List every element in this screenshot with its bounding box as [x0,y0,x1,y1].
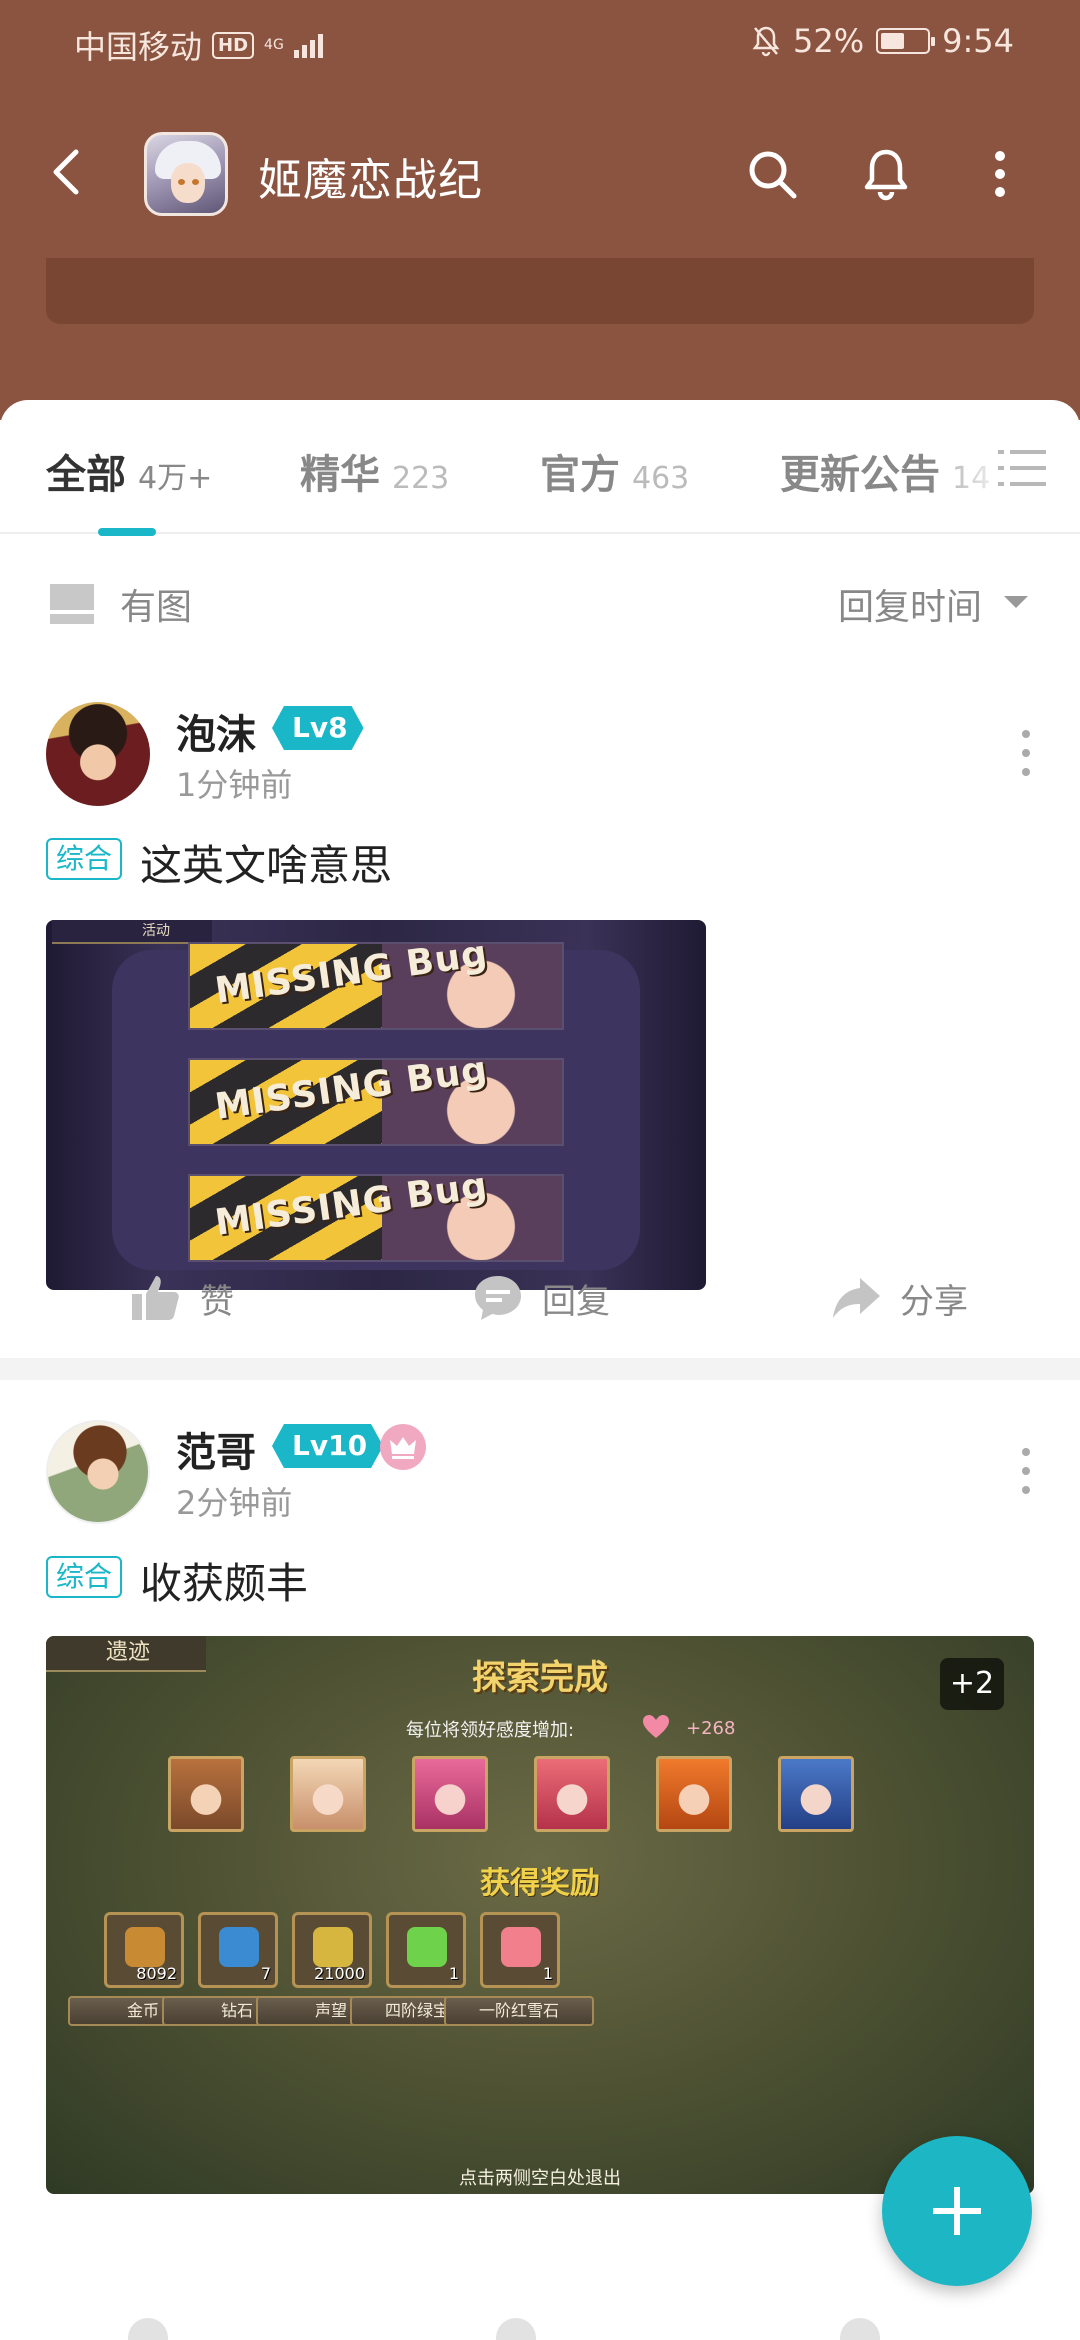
favor-value: +268 [686,1718,736,1739]
mute-bell-icon [752,26,780,57]
tab-label: 官方 [540,452,620,498]
tab-count: 4万+ [138,461,213,496]
post-divider [0,1358,1080,1380]
carrier-label: 中国移动 [74,28,203,66]
missing-strip: MISSING Bug [188,1174,564,1262]
reward-count: 1 [448,1964,459,1983]
list-menu-icon[interactable] [998,448,1046,488]
image-tab-label: 活动 [52,920,212,944]
hero-portrait [290,1756,366,1832]
share-arrow-icon [833,1278,880,1318]
tab-bar: 全部 4万+ 精华 223 官方 463 更新公告 14 [0,400,1080,536]
image-filter-label[interactable]: 有图 [120,578,192,630]
reward-count: 7 [260,1964,271,1983]
app-header: 中国移动 HD 4G 52% 9:54 姬魔恋战纪 [0,0,1080,420]
reward-name: 一阶红雪石 [444,1996,594,2026]
post-more-icon[interactable] [1016,728,1036,778]
hero-portrait [778,1756,854,1832]
reward-count: 8092 [136,1964,177,1983]
tab-label: 更新公告 [780,452,940,498]
plus-icon [933,2187,981,2235]
image-subtitle: 每位将领好感度增加: [406,1720,575,1741]
hero-portrait [412,1756,488,1832]
username[interactable]: 泡沫 [176,702,256,760]
chevron-down-icon[interactable] [1004,596,1028,608]
signal-icon [293,32,323,58]
comment-icon [475,1276,521,1320]
reply-button[interactable]: 回复 [472,1272,610,1324]
reward-count: 21000 [314,1964,365,1983]
post-title[interactable]: 这英文啥意思 [140,832,392,893]
avatar[interactable] [46,702,150,806]
post-time: 2分钟前 [176,1484,293,1522]
tab-count: 223 [392,461,450,496]
like-label: 赞 [200,1281,234,1322]
new-post-button[interactable] [882,2136,1032,2286]
tab-official[interactable]: 官方 463 [540,442,689,500]
battery-percent: 52% [793,22,865,60]
reply-label: 回复 [542,1281,610,1322]
share-button[interactable]: 分享 [830,1272,968,1324]
avatar[interactable] [46,1420,150,1524]
hd-badge: HD [212,31,255,59]
tab-all[interactable]: 全部 4万+ [46,442,212,500]
category-tag[interactable]: 综合 [46,838,123,880]
game-icon[interactable] [144,132,228,216]
post-title[interactable]: 收获颇丰 [140,1550,308,1611]
image-heading: 探索完成 [472,1658,608,1698]
hero-portrait [534,1756,610,1832]
username[interactable]: 范哥 [176,1420,256,1478]
reward-count: 1 [542,1964,553,1983]
reward-item: 1 一阶红雪石 [444,1912,594,2026]
heart-icon [643,1715,669,1738]
tab-count: 463 [632,461,690,496]
content-sheet: 全部 4万+ 精华 223 官方 463 更新公告 14 [0,400,1080,2340]
post-actions: 赞 回复 分享 [0,1252,1080,1342]
level-badge: Lv10 [272,1424,383,1468]
bell-icon[interactable] [854,142,918,206]
more-vertical-icon[interactable] [968,142,1032,206]
post-image[interactable]: 遗迹 探索完成 每位将领好感度增加: +268 +2 获得奖励 8092 金币 … [46,1636,1034,2194]
post-time: 1分钟前 [176,766,293,804]
tab-featured[interactable]: 精华 223 [300,442,449,500]
post-more-icon[interactable] [1016,1446,1036,1496]
level-badge: Lv8 [272,706,364,750]
next-post-actions-peek [0,2308,1080,2340]
clock: 9:54 [942,22,1014,60]
tab-label: 精华 [300,452,380,498]
network-label: 4G [264,37,284,53]
post-image[interactable]: 活动 MISSING Bug MISSING Bug MISSING Bug [46,920,706,1290]
page-title: 姬魔恋战纪 [258,155,483,206]
image-filter-icon[interactable] [50,584,94,624]
more-images-badge[interactable]: +2 [940,1658,1004,1710]
title-bar: 姬魔恋战纪 [0,120,1080,230]
thumbs-up-icon [132,1276,179,1320]
filter-bar: 有图 回复时间 [0,536,1080,662]
header-banner [46,258,1034,324]
tab-label: 全部 [46,452,126,498]
hero-portrait [168,1756,244,1832]
missing-strip: MISSING Bug [188,1058,564,1146]
category-tag[interactable]: 综合 [46,1556,123,1598]
post-card[interactable]: 泡沫 Lv8 1分钟前 综合 这英文啥意思 活动 MISSING Bug MIS… [0,662,1080,1358]
search-icon[interactable] [740,142,804,206]
battery-icon [876,28,936,54]
back-arrow-icon[interactable] [40,142,100,202]
reward-title: 获得奖励 [480,1866,600,1901]
crown-badge-icon [380,1424,426,1470]
like-button[interactable]: 赞 [130,1272,234,1324]
missing-strip: MISSING Bug [188,942,564,1030]
post-card[interactable]: 范哥 Lv10 2分钟前 综合 收获颇丰 遗迹 探索完成 每位将领好感度增加: … [0,1380,1080,2280]
hero-portrait [656,1756,732,1832]
sort-dropdown[interactable]: 回复时间 [838,578,982,630]
share-label: 分享 [900,1281,968,1322]
status-bar: 中国移动 HD 4G 52% 9:54 [0,0,1080,90]
tab-indicator [98,528,156,536]
